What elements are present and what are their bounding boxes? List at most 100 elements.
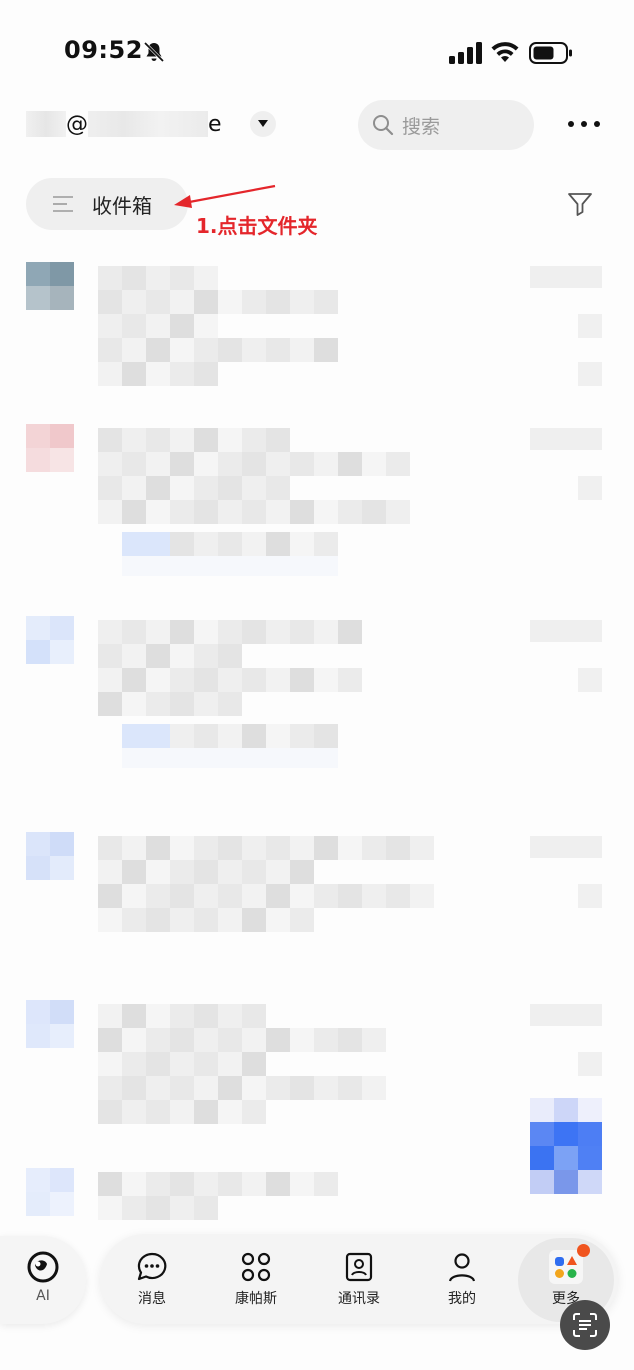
blurred-block [122,532,170,556]
blurred-block [170,908,194,932]
blurred-block [578,1122,602,1146]
blurred-block [218,428,242,452]
blurred-block [122,1172,146,1196]
tab-compass[interactable]: 康帕斯 [216,1250,296,1314]
blurred-block [98,692,122,716]
tab-label: AI [36,1288,50,1304]
blurred-block [578,1052,602,1076]
blurred-block [578,668,602,692]
blurred-block [146,1052,170,1076]
blurred-block [266,668,290,692]
blurred-block [266,476,290,500]
blurred-block [98,908,122,932]
blurred-block [26,616,50,640]
blurred-block [362,500,386,524]
folder-selector-button[interactable]: 收件箱 [26,178,188,230]
blurred-block [530,1004,602,1026]
blurred-block [122,1076,146,1100]
blurred-block [362,836,386,860]
blurred-block [170,860,194,884]
blurred-block [290,1172,314,1196]
tab-label: 通讯录 [338,1291,380,1307]
blurred-block [146,476,170,500]
blurred-block [530,266,602,288]
blurred-block [218,668,242,692]
blurred-block [290,452,314,476]
tab-contacts[interactable]: 通讯录 [319,1250,399,1314]
blurred-block [314,884,338,908]
blurred-block [98,314,122,338]
blurred-block [194,1004,218,1028]
blurred-block [98,428,122,452]
blurred-block [218,1028,242,1052]
blurred-block [170,1172,194,1196]
blurred-block [242,428,266,452]
blurred-block [122,1100,146,1124]
blurred-block [26,856,50,880]
caret-down-icon [258,120,268,127]
blurred-block [242,620,266,644]
tab-ai[interactable]: AI [3,1250,83,1314]
scan-icon [573,1313,597,1337]
battery-icon [529,42,572,64]
blurred-block [194,1196,218,1220]
blurred-block [26,262,50,286]
blurred-text [88,111,208,137]
blurred-block [266,452,290,476]
blurred-block [122,644,146,668]
blurred-block [194,290,218,314]
blurred-block [266,1076,290,1100]
blurred-block [314,1028,338,1052]
blurred-block [338,1028,362,1052]
filter-icon[interactable] [566,190,594,218]
scan-button[interactable] [560,1300,610,1350]
blurred-block [98,884,122,908]
blurred-block [26,1192,50,1216]
tab-messages[interactable]: 消息 [112,1250,192,1314]
more-options-icon[interactable] [566,118,602,130]
account-switcher[interactable]: @ e [26,109,222,139]
blurred-block [146,428,170,452]
blurred-block [290,860,314,884]
blurred-block [314,1076,338,1100]
blurred-block [146,290,170,314]
account-dropdown-button[interactable] [250,111,276,137]
blurred-block [578,1098,602,1122]
blurred-block [194,314,218,338]
blurred-block [242,476,266,500]
blurred-block [170,452,194,476]
blurred-block [146,884,170,908]
search-icon [373,115,394,136]
blurred-block [242,500,266,524]
blurred-block [218,908,242,932]
blurred-block [194,1028,218,1052]
blurred-block [218,860,242,884]
blurred-block [410,884,434,908]
apps-icon [549,1250,583,1284]
blurred-block [290,884,314,908]
blurred-block [578,1146,602,1170]
blurred-block [170,314,194,338]
blurred-block [50,262,74,286]
search-placeholder: 搜索 [402,115,441,138]
blurred-block [50,616,74,640]
blurred-block [218,290,242,314]
blurred-block [170,1004,194,1028]
blurred-block [50,1192,74,1216]
ai-icon [27,1251,59,1283]
blurred-block [122,908,146,932]
blurred-block [170,1100,194,1124]
blurred-block [218,1172,242,1196]
blurred-block [146,620,170,644]
search-bar[interactable]: 搜索 [358,100,534,150]
blurred-block [266,290,290,314]
blurred-block [242,452,266,476]
blurred-block [218,338,242,362]
tab-me[interactable]: 我的 [422,1250,502,1314]
blurred-block [170,338,194,362]
blurred-block [218,724,242,748]
blurred-block [530,1098,554,1122]
blurred-block [194,1100,218,1124]
blurred-block [338,620,362,644]
blurred-block [146,452,170,476]
